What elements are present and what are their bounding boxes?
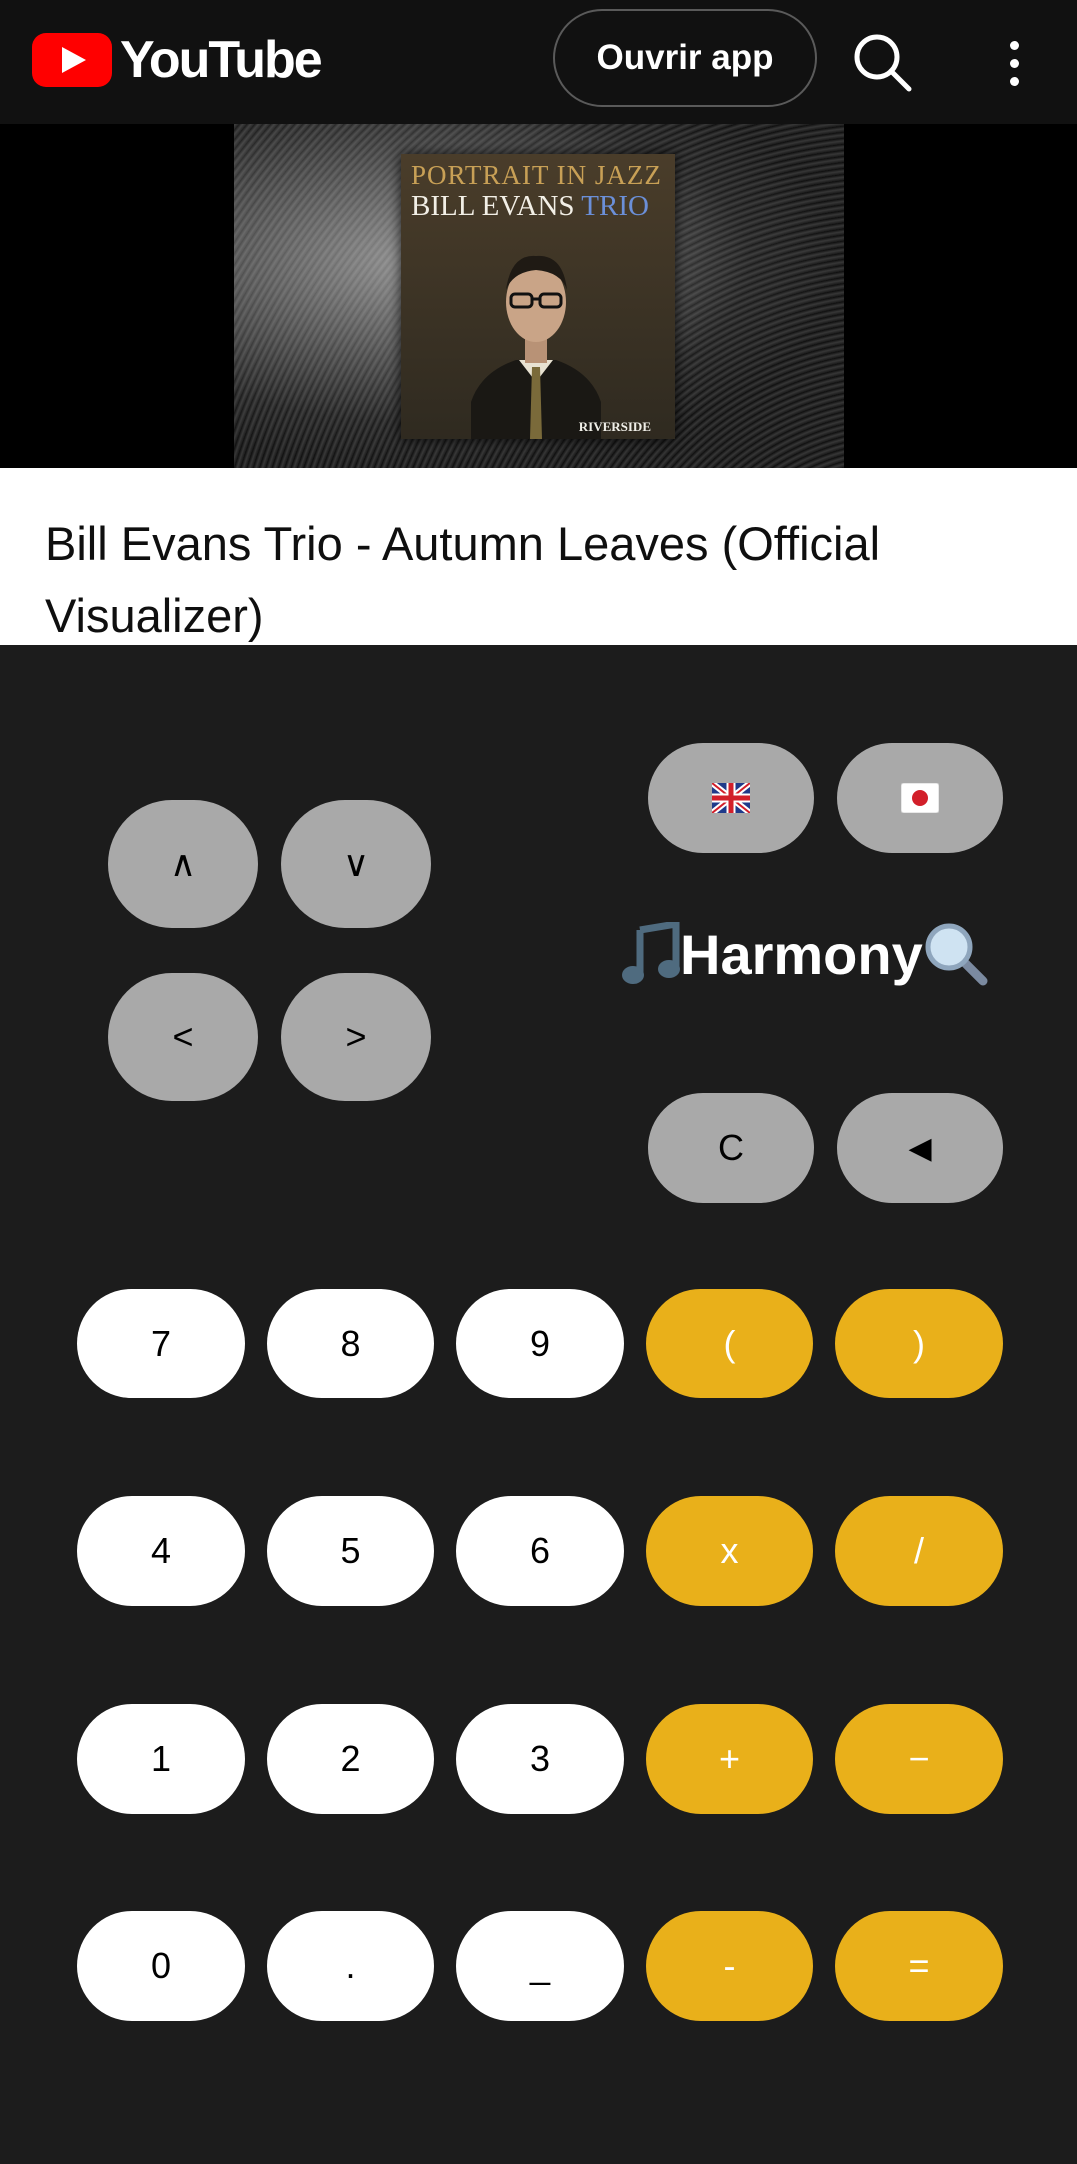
key-divide[interactable]: / <box>835 1496 1003 1606</box>
youtube-logo[interactable]: YouTube <box>32 31 323 89</box>
key-8[interactable]: 8 <box>267 1289 434 1398</box>
more-vert-icon[interactable] <box>996 30 1032 96</box>
cover-artist: BILL EVANS TRIO <box>411 190 649 223</box>
open-app-button[interactable]: Ouvrir app <box>553 9 817 107</box>
language-japanese-button[interactable] <box>837 743 1003 853</box>
key-decimal[interactable]: . <box>267 1911 434 2021</box>
album-cover: PORTRAIT IN JAZZ BILL EVANS TRIO RIVERSI… <box>401 154 675 439</box>
japan-flag-icon <box>901 783 939 813</box>
language-english-button[interactable] <box>648 743 814 853</box>
nav-left-button[interactable]: < <box>108 973 258 1101</box>
video-title-panel: Bill Evans Trio - Autumn Leaves (Officia… <box>0 468 1077 645</box>
cover-label: RIVERSIDE <box>578 419 651 434</box>
key-multiply[interactable]: x <box>646 1496 813 1606</box>
app-name-text: Harmony <box>680 922 923 986</box>
nav-down-button[interactable]: ∨ <box>281 800 431 928</box>
portrait-image <box>471 255 601 439</box>
key-1[interactable]: 1 <box>77 1704 245 1814</box>
video-title: Bill Evans Trio - Autumn Leaves (Officia… <box>45 517 881 642</box>
cover-artist-name: BILL EVANS <box>411 190 582 222</box>
magnifier-icon <box>925 923 988 986</box>
key-0[interactable]: 0 <box>77 1911 245 2021</box>
top-bar: YouTube Ouvrir app <box>0 0 1077 124</box>
nav-right-button[interactable]: > <box>281 973 431 1101</box>
key-minus[interactable]: − <box>835 1704 1003 1814</box>
key-close-paren[interactable]: ) <box>835 1289 1003 1398</box>
key-7[interactable]: 7 <box>77 1289 245 1398</box>
key-6[interactable]: 6 <box>456 1496 624 1606</box>
key-9[interactable]: 9 <box>456 1289 624 1398</box>
key-open-paren[interactable]: ( <box>646 1289 813 1398</box>
key-5[interactable]: 5 <box>267 1496 434 1606</box>
youtube-wordmark: YouTube <box>120 31 323 89</box>
key-equals[interactable]: = <box>835 1911 1003 2021</box>
nav-up-button[interactable]: ∧ <box>108 800 258 928</box>
key-underscore[interactable]: _ <box>456 1911 624 2021</box>
uk-flag-icon <box>712 783 750 813</box>
key-negate[interactable]: - <box>646 1911 813 2021</box>
youtube-play-icon <box>32 33 112 87</box>
musical-note-icon <box>622 922 680 984</box>
clear-button[interactable]: C <box>648 1093 814 1203</box>
search-icon[interactable] <box>850 30 916 96</box>
app-name-heading: Harmony <box>620 918 1010 990</box>
key-plus[interactable]: + <box>646 1704 813 1814</box>
video-player[interactable]: PORTRAIT IN JAZZ BILL EVANS TRIO RIVERSI… <box>0 124 1077 468</box>
backspace-button[interactable]: ◀ <box>837 1093 1003 1203</box>
key-3[interactable]: 3 <box>456 1704 624 1814</box>
cover-artist-trio: TRIO <box>581 190 649 222</box>
key-4[interactable]: 4 <box>77 1496 245 1606</box>
key-2[interactable]: 2 <box>267 1704 434 1814</box>
cover-title: PORTRAIT IN JAZZ <box>411 160 662 190</box>
